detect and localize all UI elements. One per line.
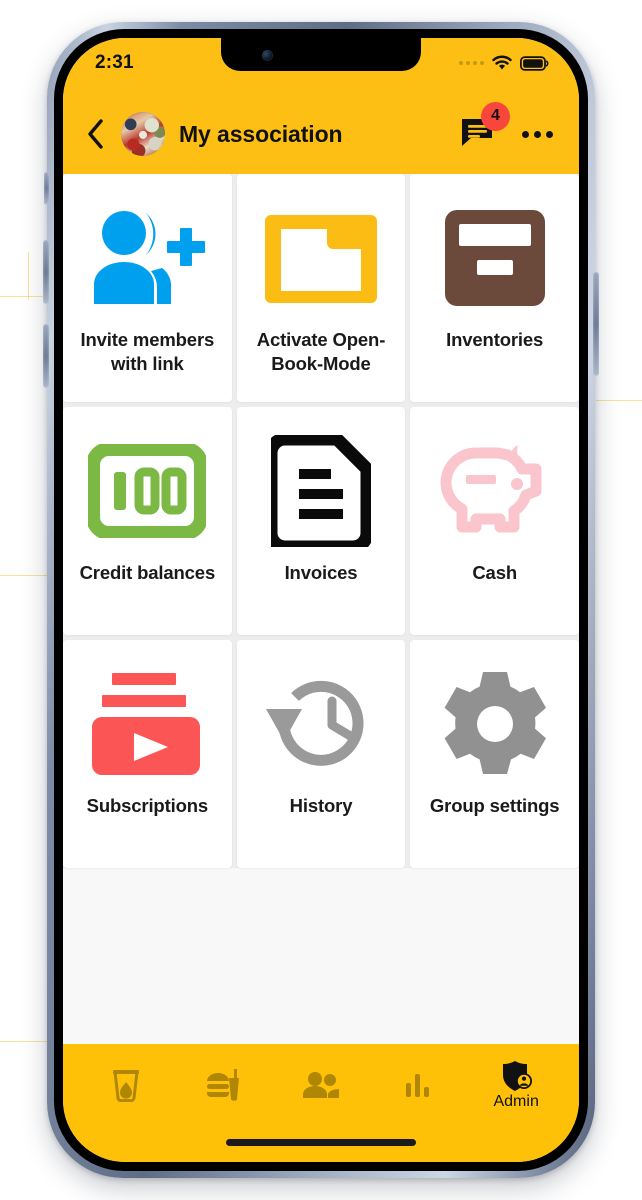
- status-bar-indicators: [459, 52, 549, 71]
- tile-label: Invoices: [284, 562, 358, 583]
- app-bar: My association 4: [63, 94, 579, 174]
- people-icon: [302, 1072, 339, 1098]
- home-indicator-area: [63, 1122, 579, 1162]
- tile-cash[interactable]: Cash: [410, 407, 579, 635]
- tile-label: Cash: [472, 562, 517, 583]
- power-button[interactable]: [593, 272, 599, 376]
- group-avatar-image[interactable]: [121, 112, 165, 156]
- chat-unread-badge: 4: [481, 101, 510, 131]
- video-subscriptions-icon: [88, 662, 206, 786]
- back-chevron-icon[interactable]: [83, 117, 109, 151]
- bar-chart-icon: [405, 1074, 429, 1097]
- tile-label: Group settings: [429, 795, 560, 816]
- volume-up-button[interactable]: [43, 240, 49, 304]
- shield-person-icon: [503, 1061, 533, 1091]
- folder-icon: [259, 196, 383, 320]
- tile-label: Activate Open-Book-Mode: [256, 329, 386, 375]
- tile-label: History: [289, 795, 353, 816]
- nav-item-statistics[interactable]: [389, 1067, 449, 1099]
- document-lines-icon: [270, 429, 371, 553]
- nav-item-members[interactable]: [291, 1067, 351, 1099]
- tile-label: Invite members with link: [80, 329, 215, 375]
- phone-device-frame: 2:31 My association 4 Invite members wit…: [43, 22, 599, 1178]
- battery-full-icon: [520, 55, 549, 71]
- feature-grid: Invite members with link Activate Open-B…: [63, 174, 579, 868]
- archive-box-icon: [439, 196, 551, 320]
- gear-icon: [437, 662, 553, 786]
- signal-dots-icon: [459, 61, 484, 65]
- fast-food-icon: [207, 1069, 240, 1101]
- nav-item-label: Admin: [493, 1093, 539, 1110]
- tile-credit-balances[interactable]: Credit balances: [63, 407, 232, 635]
- overflow-menu-icon[interactable]: [522, 130, 553, 138]
- screenshot-stage: 2:31 My association 4 Invite members wit…: [0, 0, 642, 1200]
- tile-invite-members[interactable]: Invite members with link: [63, 174, 232, 402]
- page-title: My association: [179, 120, 343, 147]
- background-guide-line: [596, 400, 642, 401]
- tile-inventories[interactable]: Inventories: [410, 174, 579, 402]
- drink-glass-icon: [112, 1070, 139, 1102]
- phone-screen: 2:31 My association 4 Invite members wit…: [63, 38, 579, 1162]
- bottom-navigation-bar: Admin: [63, 1044, 579, 1122]
- wifi-icon: [492, 55, 512, 70]
- tile-history[interactable]: History: [236, 640, 406, 868]
- volume-down-button[interactable]: [43, 324, 49, 388]
- tile-activate-open-book-mode[interactable]: Activate Open-Book-Mode: [236, 174, 406, 402]
- person-add-icon: [84, 196, 210, 320]
- home-indicator-bar[interactable]: [226, 1138, 416, 1146]
- tile-subscriptions[interactable]: Subscriptions: [63, 640, 232, 868]
- tile-label: Subscriptions: [86, 795, 209, 816]
- nav-item-admin[interactable]: Admin: [486, 1056, 546, 1110]
- tile-label: Inventories: [446, 329, 544, 350]
- main-content: Invite members with link Activate Open-B…: [63, 174, 579, 1044]
- nav-item-food[interactable]: [193, 1064, 253, 1102]
- phone-notch: [221, 38, 421, 71]
- status-bar-time: 2:31: [95, 52, 134, 73]
- phone-bezel: 2:31 My association 4 Invite members wit…: [54, 29, 588, 1171]
- background-guide-line: [28, 252, 29, 300]
- front-camera-icon: [262, 50, 273, 61]
- piggy-bank-icon: [432, 429, 558, 553]
- chat-bubble-icon[interactable]: 4: [460, 101, 510, 153]
- clock-rotate-left-icon: [262, 662, 380, 786]
- tile-group-settings[interactable]: Group settings: [410, 640, 579, 868]
- tile-invoices[interactable]: Invoices: [236, 407, 406, 635]
- nav-item-drinks[interactable]: [96, 1064, 156, 1102]
- banknote-100-icon: [88, 429, 207, 553]
- silence-switch-button[interactable]: [44, 172, 49, 205]
- tile-label: Credit balances: [79, 562, 216, 583]
